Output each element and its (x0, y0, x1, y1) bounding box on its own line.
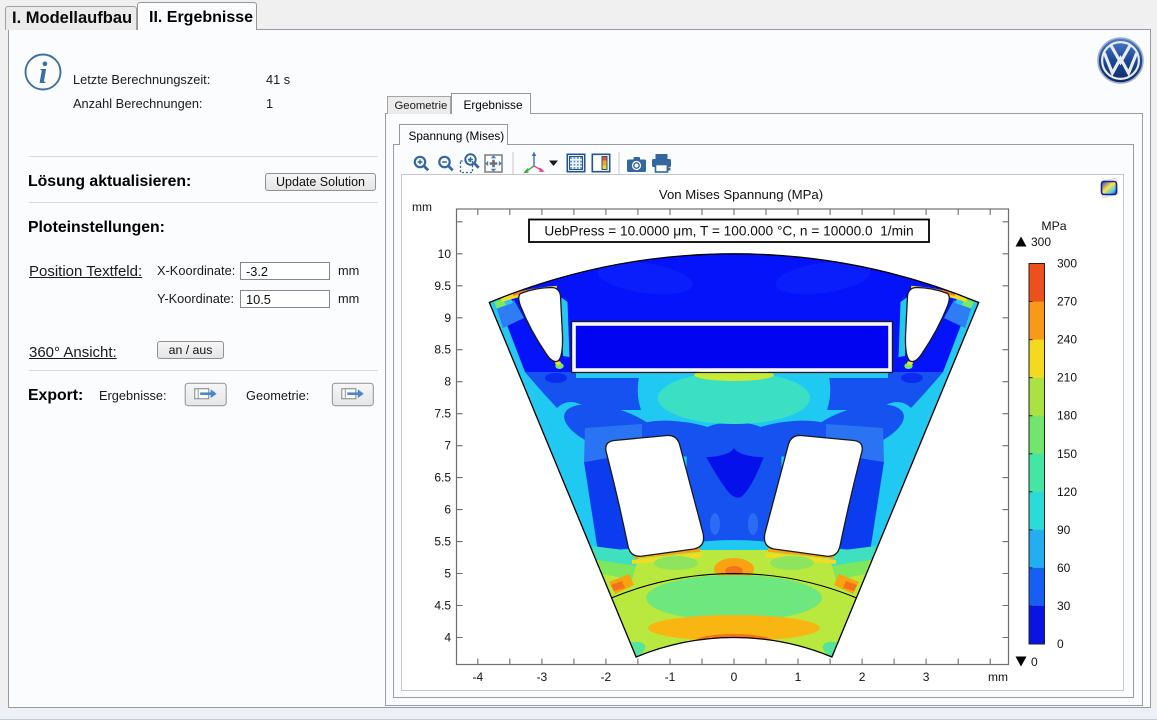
svg-text:2: 2 (859, 670, 866, 684)
svg-text:120: 120 (1057, 485, 1077, 499)
svg-text:Von Mises Spannung (MPa): Von Mises Spannung (MPa) (659, 187, 823, 202)
svg-text:4.5: 4.5 (434, 599, 451, 613)
svg-text:-4: -4 (472, 670, 483, 684)
svg-text:9.5: 9.5 (434, 279, 451, 293)
svg-text:5: 5 (444, 567, 451, 581)
svg-text:7: 7 (444, 439, 451, 453)
svg-text:mm: mm (988, 670, 1008, 684)
svg-text:7.5: 7.5 (434, 407, 451, 421)
svg-text:150: 150 (1057, 447, 1077, 461)
svg-text:8.5: 8.5 (434, 343, 451, 357)
svg-text:-3: -3 (537, 670, 548, 684)
svg-text:10: 10 (438, 247, 452, 261)
svg-text:300: 300 (1057, 257, 1077, 271)
svg-text:0: 0 (731, 670, 738, 684)
svg-text:5.5: 5.5 (434, 535, 451, 549)
svg-text:6: 6 (444, 503, 451, 517)
svg-text:-2: -2 (601, 670, 612, 684)
svg-text:60: 60 (1057, 561, 1071, 575)
svg-text:4: 4 (444, 631, 451, 645)
svg-text:270: 270 (1057, 295, 1077, 309)
svg-text:-1: -1 (665, 670, 676, 684)
svg-text:300: 300 (1031, 235, 1051, 249)
svg-text:8: 8 (444, 375, 451, 389)
svg-text:UebPress = 10.0000 μm, T = 100: UebPress = 10.0000 μm, T = 100.000 °C, n… (544, 224, 913, 239)
svg-text:240: 240 (1057, 333, 1077, 347)
svg-text:1: 1 (795, 670, 802, 684)
svg-text:0: 0 (1057, 637, 1064, 651)
svg-text:mm: mm (412, 200, 432, 214)
svg-text:180: 180 (1057, 409, 1077, 423)
svg-text:3: 3 (923, 670, 930, 684)
svg-text:30: 30 (1057, 599, 1071, 613)
svg-text:0: 0 (1031, 655, 1038, 669)
svg-text:i: i (39, 55, 48, 90)
svg-text:MPa: MPa (1041, 219, 1066, 233)
svg-text:90: 90 (1057, 523, 1071, 537)
svg-text:9: 9 (444, 311, 451, 325)
svg-text:210: 210 (1057, 371, 1077, 385)
svg-text:6.5: 6.5 (434, 471, 451, 485)
